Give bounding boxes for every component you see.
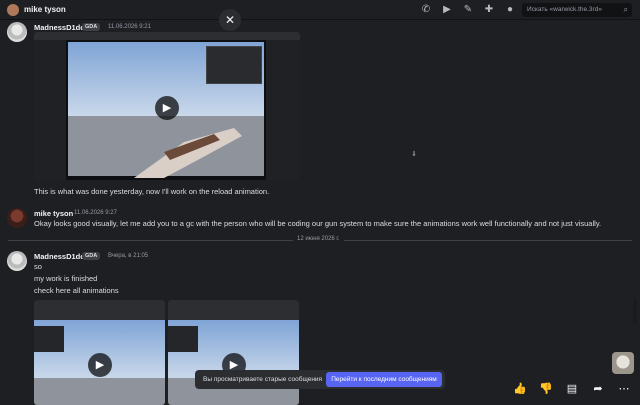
jump-to-latest-button[interactable]: Перейти к последним сообщениям [326,372,442,387]
more-icon[interactable]: ⋯ [616,381,632,397]
old-messages-toast: Вы просматриваете старые сообщения Перей… [195,370,445,389]
editor-toolbar [34,300,165,320]
play-icon[interactable]: ▶ [155,96,179,120]
phone-icon[interactable]: ✆ [420,4,432,16]
close-viewer-button[interactable]: ✕ [219,9,241,31]
author-name[interactable]: MadnessD1de [34,23,84,32]
timestamp: 11.06.2026 9:21 [108,24,151,30]
message-text: check here all animations [34,286,119,295]
search-icon: ⌕ [623,5,628,14]
mouse-cursor-icon: ⇓ [411,151,417,158]
user-avatar-thumbnail[interactable] [612,352,634,374]
video-attachment[interactable]: ▶ [34,300,165,405]
video-attachment[interactable]: ▶ [168,300,299,405]
editor-toolbar [168,300,299,320]
chat-title[interactable]: mike tyson [24,5,66,14]
animation-panel [206,46,262,84]
avatar[interactable] [7,22,27,42]
toast-text: Вы просматриваете старые сообщения [203,376,323,383]
pin-icon[interactable]: ✎ [462,4,474,16]
add-member-icon[interactable]: ✚ [483,4,495,16]
play-icon[interactable]: ▶ [88,353,112,377]
guild-tag: GDA [82,23,101,31]
header-avatar[interactable] [7,3,19,16]
guild-tag: GDA [82,252,101,260]
video-call-icon[interactable]: ▶ [441,4,453,16]
search-input[interactable]: Искать «warwick.the.3rd» ⌕ [522,3,632,17]
avatar[interactable] [7,251,27,271]
editor-toolbar [34,32,300,40]
chat-header: mike tyson ✆ ▶ ✎ ✚ ● Искать «warwick.the… [0,0,640,20]
video-ground [34,378,165,405]
animation-panel [168,326,198,352]
timestamp: Вчера, в 21:05 [108,253,149,259]
timestamp: 11.06.2026 9:27 [74,210,117,216]
media-actions: 👍 👎 ▤ ➦ ⋯ [512,381,632,397]
editor-right-panel [266,40,300,180]
thumbs-down-icon[interactable]: 👎 [538,381,554,397]
profile-icon[interactable]: ● [504,4,516,16]
reply-icon[interactable]: ▤ [564,381,580,397]
video-attachment[interactable]: ▶ [34,32,300,180]
author-name[interactable]: MadnessD1de [34,252,84,261]
editor-left-panel [34,40,66,180]
header-actions: ✆ ▶ ✎ ✚ ● [420,4,516,16]
search-placeholder: Искать «warwick.the.3rd» [527,6,602,13]
author-name[interactable]: mike tyson [34,209,73,218]
message-text: my work is finished [34,274,98,283]
message-text: Okay looks good visually, let me add you… [34,219,602,228]
avatar[interactable] [7,208,27,228]
scrollbar[interactable] [633,298,637,324]
forward-icon[interactable]: ➦ [590,381,606,397]
date-divider-label: 12 июня 2026 г. [293,236,344,242]
animation-panel [34,326,64,352]
message-text: This is what was done yesterday, now I'l… [34,187,270,196]
message-text: so [34,262,42,271]
thumbs-up-icon[interactable]: 👍 [512,381,528,397]
gun-model [134,128,242,178]
